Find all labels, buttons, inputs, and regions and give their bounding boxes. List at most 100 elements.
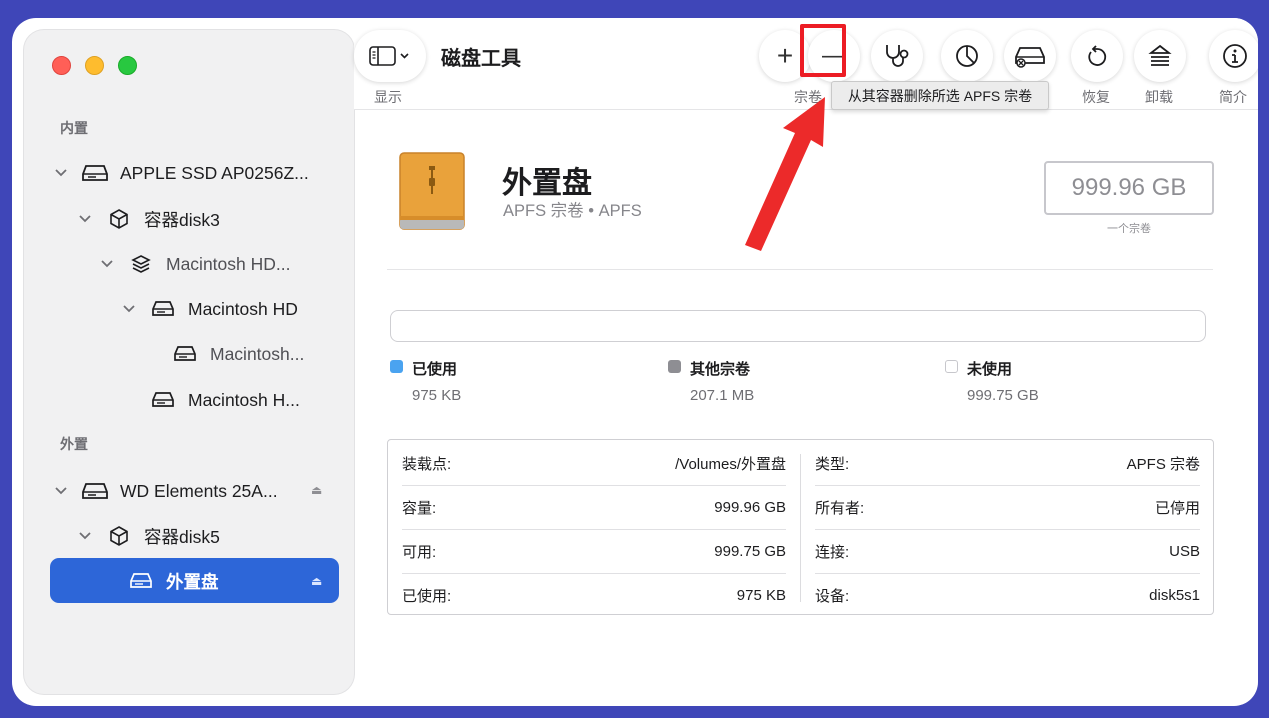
other-swatch [668, 360, 681, 373]
volume-name: 外置盘 [502, 167, 592, 200]
info-value: disk5s1 [1149, 586, 1200, 604]
internal-section-title: 内置 [60, 120, 88, 136]
info-row-mount-point: 装载点: /Volumes/外置盘 [402, 441, 786, 485]
usage-bar [390, 310, 1206, 342]
sidebar-item-container-disk3[interactable]: 容器disk3 [78, 197, 220, 241]
unmount-button[interactable] [1134, 30, 1186, 82]
free-swatch [945, 360, 958, 373]
container-cube-icon [106, 526, 132, 546]
sidebar-item-macintosh-hd-data[interactable]: Macintosh H... [150, 378, 300, 422]
close-window-button[interactable] [52, 56, 71, 75]
view-label: 显示 [374, 89, 402, 105]
sidebar-item-label: 容器disk3 [144, 209, 220, 230]
sidebar-item-apple-ssd[interactable]: APPLE SSD AP0256Z... [54, 151, 309, 195]
restore-label: 恢复 [1082, 89, 1110, 105]
minimize-window-button[interactable] [85, 56, 104, 75]
drive-icon [82, 164, 108, 182]
sidebar-item-label: 外置盘 [166, 571, 219, 592]
used-swatch [390, 360, 403, 373]
highlight-annotation-box [800, 24, 846, 77]
sidebar-item-label: APPLE SSD AP0256Z... [120, 162, 309, 183]
chevron-down-icon[interactable] [100, 260, 114, 268]
zoom-window-button[interactable] [118, 56, 137, 75]
info-label: 简介 [1219, 89, 1247, 105]
erase-button[interactable] [1004, 30, 1056, 82]
info-key: 已使用: [402, 587, 452, 605]
info-row-used: 已使用: 975 KB [402, 573, 786, 617]
external-disk-icon [399, 152, 465, 230]
chevron-down-icon[interactable] [54, 169, 68, 177]
volume-size: 999.96 GB [1044, 161, 1214, 215]
sidebar-item-wd-elements[interactable]: WD Elements 25A... [54, 469, 278, 513]
sidebar-item-macintosh-snapshot[interactable]: Macintosh... [172, 332, 304, 376]
info-value: /Volumes/外置盘 [675, 455, 786, 473]
volume-subtitle: APFS 宗卷 • APFS [503, 202, 642, 220]
stethoscope-icon [886, 45, 909, 67]
sidebar-item-macintosh-hd[interactable]: Macintosh HD [122, 287, 298, 331]
info-value: USB [1169, 542, 1200, 560]
external-drive-icon [82, 482, 108, 500]
sidebar-icon [369, 46, 409, 66]
info-table: 装载点: /Volumes/外置盘 容量: 999.96 GB 可用: 999.… [387, 439, 1214, 615]
first-aid-button[interactable] [871, 30, 923, 82]
erase-drive-icon [1015, 47, 1045, 68]
info-row-type: 类型: APFS 宗卷 [815, 441, 1200, 485]
other-label: 其他宗卷 [690, 361, 751, 378]
info-key: 所有者: [815, 499, 865, 517]
chevron-down-icon[interactable] [54, 487, 68, 495]
eject-icon[interactable]: ⏏ [311, 574, 322, 588]
info-key: 容量: [402, 499, 437, 517]
info-key: 连接: [815, 543, 850, 561]
unmount-label: 卸载 [1145, 89, 1173, 105]
view-toggle-button[interactable] [354, 30, 426, 82]
chevron-down-icon[interactable] [122, 305, 136, 313]
disk-utility-window: 内置 APPLE SSD AP0256Z... 容器disk3 Macintos… [12, 18, 1258, 706]
sidebar-item-label: 容器disk5 [144, 526, 220, 547]
info-key: 可用: [402, 543, 437, 561]
info-key: 装载点: [402, 455, 452, 473]
info-value: 已停用 [1154, 499, 1200, 517]
other-value: 207.1 MB [690, 387, 755, 404]
sidebar-item-label: WD Elements 25A... [120, 480, 278, 501]
info-button[interactable] [1209, 30, 1258, 82]
unmount-icon [1148, 44, 1172, 66]
sidebar: 内置 APPLE SSD AP0256Z... 容器disk3 Macintos… [24, 30, 354, 694]
chevron-down-icon[interactable] [78, 215, 92, 223]
info-value: 999.96 GB [714, 498, 786, 516]
info-row-connection: 连接: USB [815, 529, 1200, 573]
sidebar-item-label: Macintosh HD... [166, 253, 291, 274]
eject-icon[interactable]: ⏏ [311, 483, 322, 497]
partition-button[interactable] [941, 30, 993, 82]
sidebar-item-label: Macintosh... [210, 343, 305, 364]
sidebar-item-label: Macintosh HD [188, 298, 298, 319]
info-value: 975 KB [736, 586, 786, 604]
pie-chart-icon [956, 45, 978, 67]
app-title: 磁盘工具 [441, 48, 521, 70]
info-key: 设备: [815, 587, 850, 605]
drive-icon [172, 346, 198, 362]
volume-size-caption: 一个宗卷 [1107, 223, 1151, 235]
header-divider [387, 269, 1213, 270]
info-column-separator [800, 454, 801, 602]
restore-button[interactable] [1071, 30, 1123, 82]
layers-icon [128, 254, 154, 274]
chevron-down-icon[interactable] [78, 532, 92, 540]
drive-icon [150, 392, 176, 408]
sidebar-item-container-disk5[interactable]: 容器disk5 [78, 514, 220, 558]
info-row-available: 可用: 999.75 GB [402, 529, 786, 573]
used-label: 已使用 [412, 361, 458, 378]
red-arrow-annotation [745, 97, 825, 251]
restore-arrow-icon [1088, 45, 1107, 66]
drive-icon [150, 301, 176, 317]
sidebar-item-external-volume[interactable]: 外置盘 [128, 559, 219, 603]
used-value: 975 KB [412, 387, 462, 404]
free-label: 未使用 [967, 361, 1013, 378]
sidebar-item-label: Macintosh H... [188, 389, 300, 410]
info-value: APFS 宗卷 [1126, 455, 1200, 473]
sidebar-item-macintosh-hd-group[interactable]: Macintosh HD... [100, 242, 290, 286]
info-key: 类型: [815, 455, 850, 473]
info-value: 999.75 GB [714, 542, 786, 560]
drive-icon [128, 573, 154, 589]
remove-volume-tooltip: 从其容器删除所选 APFS 宗卷 [831, 81, 1049, 110]
window-controls [52, 56, 137, 75]
